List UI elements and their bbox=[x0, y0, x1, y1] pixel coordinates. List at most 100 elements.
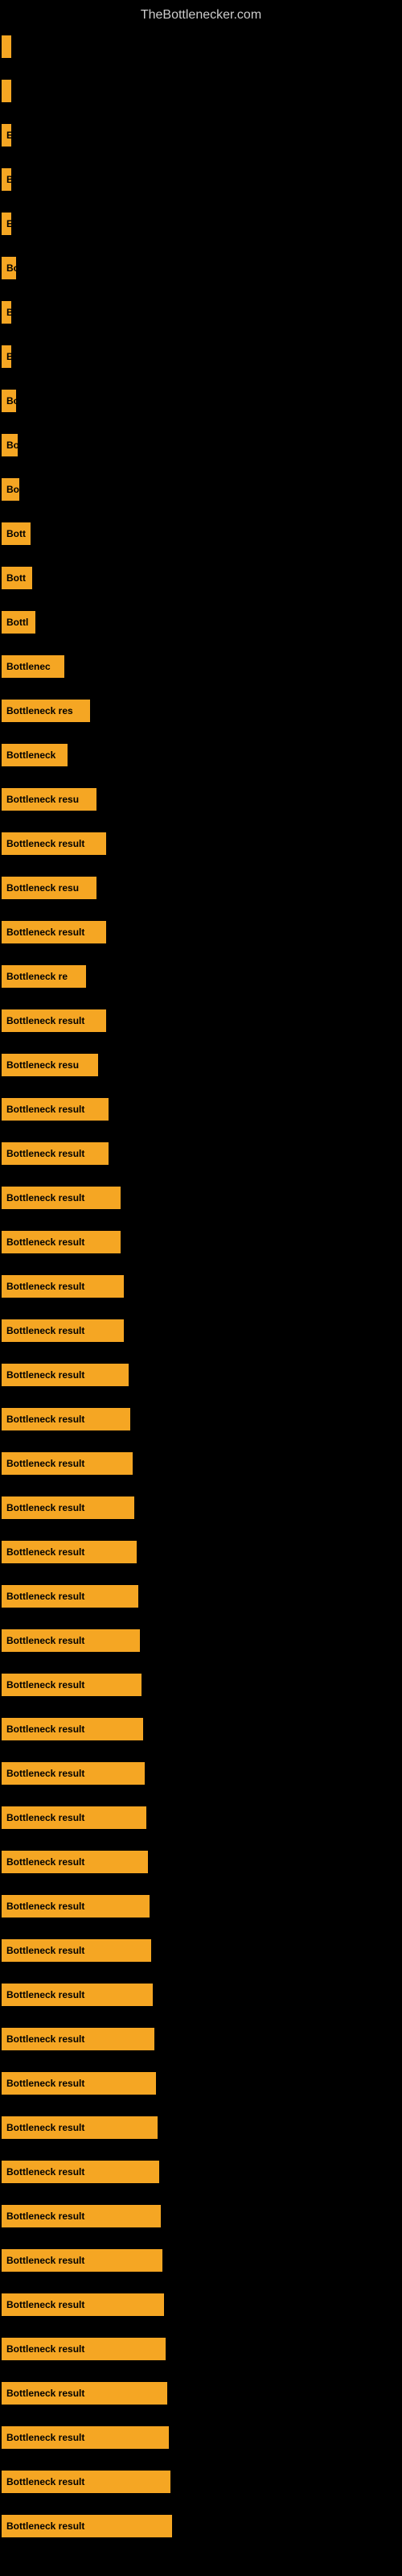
bar-row: Bottleneck result bbox=[0, 2415, 402, 2459]
bar-label: Bottleneck result bbox=[2, 2161, 159, 2183]
bar-label: Bottleneck result bbox=[2, 1408, 130, 1430]
bar-label: Bottleneck re bbox=[2, 965, 86, 988]
bar-label: Bottleneck result bbox=[2, 1098, 109, 1121]
bar-row: Bottleneck res bbox=[0, 688, 402, 733]
bar-label: Bottleneck result bbox=[2, 1187, 121, 1209]
bar-row: Bottleneck result bbox=[0, 1662, 402, 1707]
bars-container: EBEBoBBBoBoBotBottBottBottlBottlenecBott… bbox=[0, 24, 402, 2548]
bar-label: Bo bbox=[2, 390, 16, 412]
bar-label: Bottleneck result bbox=[2, 921, 106, 943]
bar-row: E bbox=[0, 201, 402, 246]
bar-row: Bot bbox=[0, 467, 402, 511]
bar-label: Bottleneck result bbox=[2, 2072, 156, 2095]
bar-row: Bo bbox=[0, 423, 402, 467]
bar-row: Bott bbox=[0, 555, 402, 600]
bar-row: Bottleneck resu bbox=[0, 777, 402, 821]
bar-row: Bottleneck result bbox=[0, 2371, 402, 2415]
bar-label: Bott bbox=[2, 522, 31, 545]
bar-label: Bottleneck result bbox=[2, 2205, 161, 2227]
bar-row: Bottleneck re bbox=[0, 954, 402, 998]
bar-row bbox=[0, 24, 402, 68]
bar-label: Bottleneck result bbox=[2, 1319, 124, 1342]
bar-label: Bottleneck result bbox=[2, 2116, 158, 2139]
bar-row: Bottleneck result bbox=[0, 2326, 402, 2371]
bar-label: Bott bbox=[2, 567, 32, 589]
bar-label: Bot bbox=[2, 478, 19, 501]
bar-label: Bottleneck result bbox=[2, 1496, 134, 1519]
bar-row: Bottleneck result bbox=[0, 2238, 402, 2282]
bar-row: Bottleneck result bbox=[0, 998, 402, 1042]
bar-label bbox=[2, 80, 11, 102]
bar-label: Bottleneck result bbox=[2, 1674, 142, 1696]
bar-label bbox=[2, 35, 11, 58]
bar-label: Bottleneck resu bbox=[2, 877, 96, 899]
bar-label: Bottleneck result bbox=[2, 1541, 137, 1563]
bar-row: Bottleneck bbox=[0, 733, 402, 777]
bar-row: B bbox=[0, 157, 402, 201]
bar-label: Bottl bbox=[2, 611, 35, 634]
bar-label: E bbox=[2, 213, 11, 235]
bar-label: Bottleneck result bbox=[2, 1718, 143, 1740]
bar-row: Bottleneck result bbox=[0, 1795, 402, 1839]
bar-label: Bottleneck result bbox=[2, 2028, 154, 2050]
bar-label: B bbox=[2, 168, 11, 191]
bar-label: Bottleneck res bbox=[2, 700, 90, 722]
bar-row: Bottleneck result bbox=[0, 1530, 402, 1574]
bar-row: Bottleneck result bbox=[0, 1485, 402, 1530]
bar-row: Bottleneck result bbox=[0, 2149, 402, 2194]
bar-row: Bottleneck result bbox=[0, 1220, 402, 1264]
bar-label: Bottleneck result bbox=[2, 1851, 148, 1873]
bar-row: Bottleneck result bbox=[0, 1751, 402, 1795]
bar-label: Bottleneck result bbox=[2, 1895, 150, 1918]
bar-label: Bo bbox=[2, 257, 16, 279]
bar-label: Bottleneck result bbox=[2, 1629, 140, 1652]
bar-label: Bottleneck result bbox=[2, 2426, 169, 2449]
bar-row: Bottleneck result bbox=[0, 1618, 402, 1662]
bar-row: Bottlenec bbox=[0, 644, 402, 688]
bar-label: Bo bbox=[2, 434, 18, 456]
bar-row: Bottl bbox=[0, 600, 402, 644]
bar-label: Bottleneck resu bbox=[2, 1054, 98, 1076]
bar-row: Bottleneck result bbox=[0, 1884, 402, 1928]
bar-label: Bottleneck result bbox=[2, 2471, 170, 2493]
bar-label: Bottleneck result bbox=[2, 1275, 124, 1298]
bar-row: Bottleneck result bbox=[0, 1264, 402, 1308]
bar-label: B bbox=[2, 345, 11, 368]
bar-label: Bottleneck result bbox=[2, 1231, 121, 1253]
bar-label: Bottlenec bbox=[2, 655, 64, 678]
bar-label: Bottleneck result bbox=[2, 1939, 151, 1962]
bar-label: Bottleneck bbox=[2, 744, 68, 766]
bar-row: Bottleneck result bbox=[0, 1928, 402, 1972]
bar-row: Bottleneck result bbox=[0, 1707, 402, 1751]
bar-row: Bottleneck result bbox=[0, 1352, 402, 1397]
bar-label: Bottleneck result bbox=[2, 2338, 166, 2360]
bar-row: Bottleneck result bbox=[0, 1441, 402, 1485]
bar-row: Bottleneck resu bbox=[0, 865, 402, 910]
bar-row: Bottleneck result bbox=[0, 2282, 402, 2326]
bar-row: E bbox=[0, 113, 402, 157]
bar-label: Bottleneck result bbox=[2, 1364, 129, 1386]
bar-label: Bottleneck result bbox=[2, 1984, 153, 2006]
bar-label: Bottleneck result bbox=[2, 1452, 133, 1475]
bar-row: Bo bbox=[0, 378, 402, 423]
bar-row: Bott bbox=[0, 511, 402, 555]
bar-label: Bottleneck result bbox=[2, 2515, 172, 2537]
bar-row: Bottleneck result bbox=[0, 1087, 402, 1131]
bar-label: Bottleneck result bbox=[2, 2382, 167, 2405]
bar-label: Bottleneck result bbox=[2, 1009, 106, 1032]
bar-row: Bottleneck result bbox=[0, 2459, 402, 2504]
bar-label: E bbox=[2, 124, 11, 147]
bar-label: Bottleneck resu bbox=[2, 788, 96, 811]
bar-label: B bbox=[2, 301, 11, 324]
bar-row: B bbox=[0, 290, 402, 334]
bar-label: Bottleneck result bbox=[2, 2293, 164, 2316]
bar-row: Bottleneck result bbox=[0, 1839, 402, 1884]
bar-row: Bottleneck result bbox=[0, 2194, 402, 2238]
bar-row: Bottleneck resu bbox=[0, 1042, 402, 1087]
bar-label: Bottleneck result bbox=[2, 832, 106, 855]
bar-row: Bottleneck result bbox=[0, 910, 402, 954]
bar-label: Bottleneck result bbox=[2, 1806, 146, 1829]
bar-row: Bottleneck result bbox=[0, 1397, 402, 1441]
bar-row: Bottleneck result bbox=[0, 1574, 402, 1618]
bar-row: Bottleneck result bbox=[0, 821, 402, 865]
